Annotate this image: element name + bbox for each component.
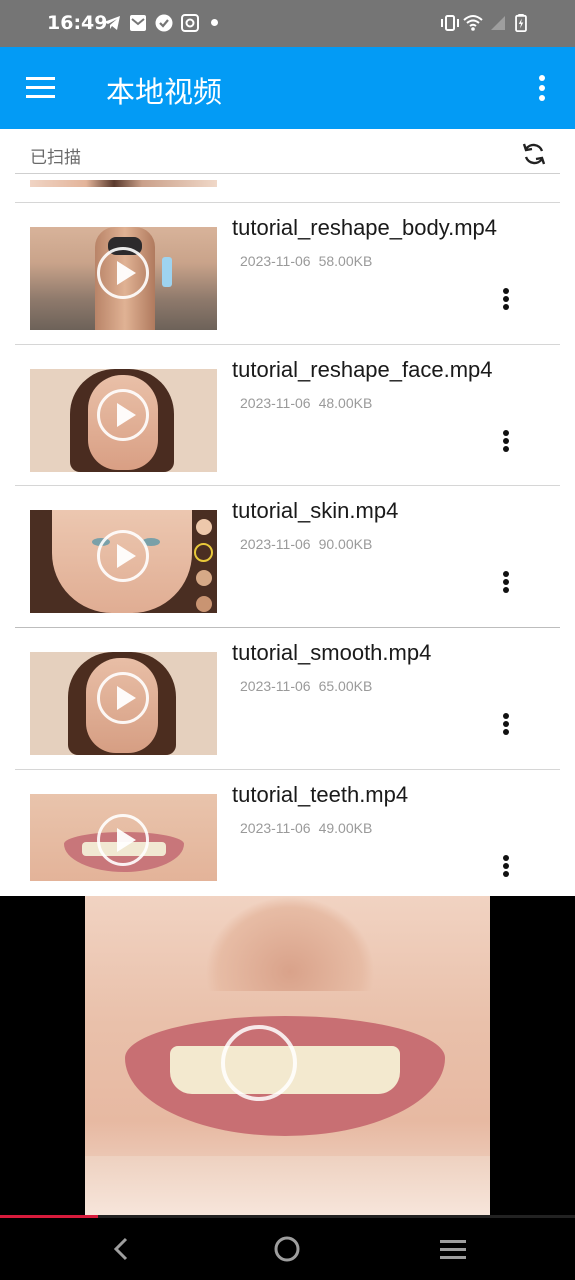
video-thumbnail[interactable]: [30, 180, 217, 187]
video-meta: 2023-11-06 58.00KB: [240, 253, 372, 269]
video-date: 2023-11-06: [240, 536, 311, 552]
video-date: 2023-11-06: [240, 820, 311, 836]
check-circle-icon: [155, 14, 173, 32]
video-size: 48.00KB: [318, 395, 373, 411]
more-vert-icon[interactable]: [494, 708, 518, 740]
video-meta: 2023-11-06 49.00KB: [240, 820, 372, 836]
screen: 16:49 本地视频 已扫描 tutorial_reshape_body.mp4…: [0, 0, 575, 1280]
video-title: tutorial_reshape_face.mp4: [232, 357, 493, 382]
scan-status-label: 已扫描: [30, 148, 81, 168]
vibrate-icon: [441, 15, 459, 31]
video-size: 58.00KB: [318, 253, 373, 269]
email-icon: [130, 15, 146, 31]
video-date: 2023-11-06: [240, 253, 311, 269]
video-thumbnail[interactable]: [30, 369, 217, 472]
status-bar: 16:49: [0, 0, 575, 47]
play-icon: [97, 247, 149, 299]
video-meta: 2023-11-06 65.00KB: [240, 678, 372, 694]
more-vert-icon[interactable]: [494, 850, 518, 882]
back-icon[interactable]: [107, 1234, 137, 1264]
list-item[interactable]: tutorial_smooth.mp4 2023-11-06 65.00KB: [0, 628, 575, 769]
signal-icon: [491, 16, 505, 30]
video-date: 2023-11-06: [240, 678, 311, 694]
list-item[interactable]: tutorial_skin.mp4 2023-11-06 90.00KB: [0, 486, 575, 627]
video-thumbnail[interactable]: [30, 794, 217, 881]
play-icon: [97, 389, 149, 441]
video-meta: 2023-11-06 90.00KB: [240, 536, 372, 552]
more-vert-icon[interactable]: [494, 566, 518, 598]
status-time: 16:49: [47, 12, 108, 34]
recents-icon[interactable]: [438, 1234, 468, 1264]
play-icon: [97, 530, 149, 582]
video-date: 2023-11-06: [240, 395, 311, 411]
list-item[interactable]: tutorial_reshape_body.mp4 2023-11-06 58.0…: [0, 203, 575, 344]
video-thumbnail[interactable]: [30, 510, 217, 613]
more-vert-icon[interactable]: [494, 283, 518, 315]
video-size: 49.00KB: [318, 820, 373, 836]
dot-icon: [211, 19, 218, 26]
refresh-icon[interactable]: [521, 141, 547, 167]
video-size: 90.00KB: [318, 536, 373, 552]
video-frame[interactable]: [85, 896, 490, 1218]
video-thumbnail[interactable]: [30, 652, 217, 755]
play-icon: [97, 814, 149, 866]
video-thumbnail[interactable]: [30, 227, 217, 330]
video-title: tutorial_reshape_body.mp4: [232, 215, 497, 240]
list-item[interactable]: tutorial_reshape_face.mp4 2023-11-06 48.0…: [0, 345, 575, 486]
video-size: 65.00KB: [318, 678, 373, 694]
more-vert-icon[interactable]: [494, 425, 518, 457]
video-title: tutorial_teeth.mp4: [232, 782, 409, 807]
home-icon[interactable]: [272, 1234, 302, 1264]
video-title: tutorial_smooth.mp4: [232, 640, 432, 665]
scan-status-bar: 已扫描: [15, 129, 560, 174]
battery-charging-icon: [515, 14, 527, 32]
telegram-icon: [104, 16, 120, 30]
video-title: tutorial_skin.mp4: [232, 498, 399, 523]
play-icon: [97, 672, 149, 724]
list-item[interactable]: tutorial_teeth.mp4 2023-11-06 49.00KB: [0, 770, 575, 896]
more-vert-icon[interactable]: [528, 71, 556, 105]
video-meta: 2023-11-06 48.00KB: [240, 395, 372, 411]
system-nav-bar: [0, 1218, 575, 1280]
video-player[interactable]: [0, 896, 575, 1218]
app-bar: 本地视频: [0, 47, 575, 129]
wifi-icon: [463, 15, 483, 31]
page-title: 本地视频: [106, 75, 223, 109]
menu-icon[interactable]: [22, 72, 60, 104]
player-touch-indicator: [221, 1025, 297, 1101]
photo-icon: [181, 14, 199, 32]
video-list[interactable]: tutorial_reshape_body.mp4 2023-11-06 58.0…: [0, 175, 575, 896]
